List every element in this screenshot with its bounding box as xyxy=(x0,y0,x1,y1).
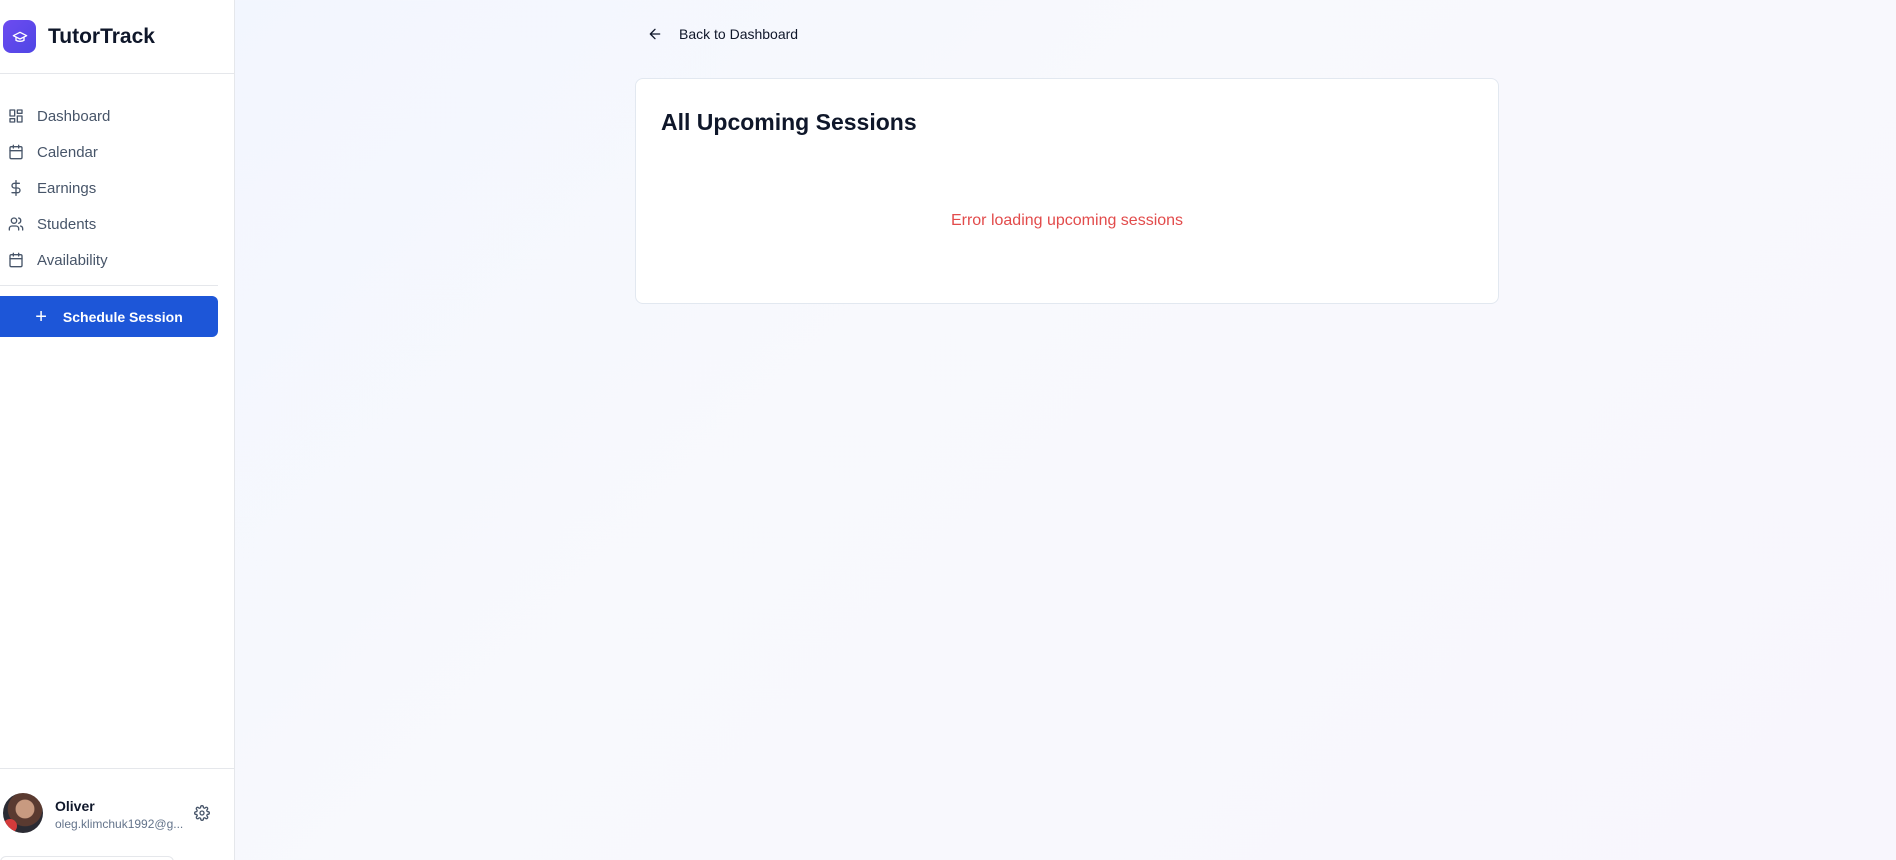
avatar[interactable] xyxy=(3,793,43,833)
calendar-icon xyxy=(9,144,23,160)
plus-icon: + xyxy=(35,305,47,328)
users-icon xyxy=(8,217,24,231)
sidebar-item-earnings[interactable]: Earnings xyxy=(0,170,234,206)
sidebar-item-label: Calendar xyxy=(37,143,98,161)
sidebar-item-dashboard[interactable]: Dashboard xyxy=(0,98,234,134)
sidebar-item-students[interactable]: Students xyxy=(0,206,234,242)
sidebar-item-availability[interactable]: Availability xyxy=(0,242,234,278)
user-email: oleg.klimchuk1992@g... xyxy=(55,817,184,831)
schedule-session-label: Schedule Session xyxy=(62,308,183,325)
back-to-dashboard-link[interactable]: Back to Dashboard xyxy=(647,26,798,42)
back-link-label: Back to Dashboard xyxy=(679,26,799,42)
user-profile: Oliver oleg.klimchuk1992@g... xyxy=(0,768,235,860)
sidebar-item-label: Earnings xyxy=(37,179,97,197)
error-message: Error loading upcoming sessions xyxy=(950,212,1184,229)
sidebar: TutorTrack Dashboard Calendar Earnings S… xyxy=(0,0,235,860)
calendar-icon xyxy=(9,252,23,268)
schedule-session-button[interactable]: + Schedule Session xyxy=(0,296,218,337)
brand-name: TutorTrack xyxy=(48,24,155,48)
sidebar-footer-control[interactable] xyxy=(0,856,174,860)
page-title: All Upcoming Sessions xyxy=(661,109,917,135)
dollar-icon xyxy=(11,180,21,196)
sidebar-nav: Dashboard Calendar Earnings Students Ava… xyxy=(0,74,234,286)
graduation-cap-icon xyxy=(3,20,36,53)
sidebar-item-label: Availability xyxy=(37,251,108,269)
brand-header: TutorTrack xyxy=(0,0,234,74)
arrow-left-icon xyxy=(649,28,661,40)
sidebar-item-calendar[interactable]: Calendar xyxy=(0,134,234,170)
gear-icon[interactable] xyxy=(194,805,210,821)
upcoming-sessions-card: All Upcoming Sessions Error loading upco… xyxy=(635,78,1499,304)
sidebar-item-label: Dashboard xyxy=(37,107,111,125)
nav-divider xyxy=(0,285,218,286)
sidebar-item-label: Students xyxy=(37,215,97,233)
user-name: Oliver xyxy=(55,798,95,814)
grid-icon xyxy=(9,109,23,123)
